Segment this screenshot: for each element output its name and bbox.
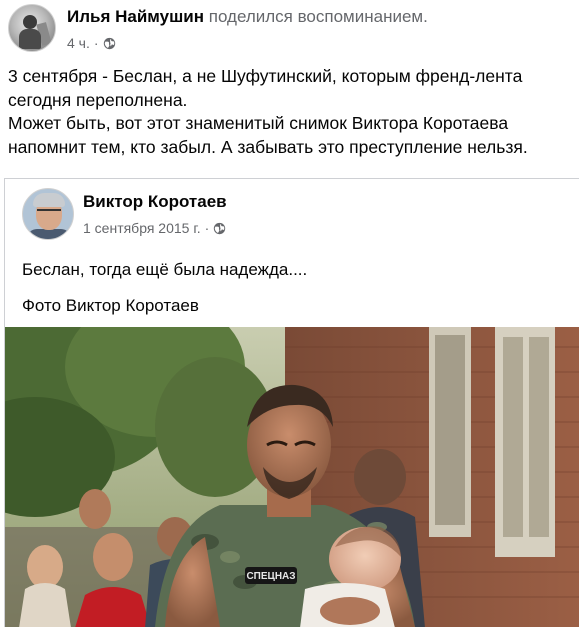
meta-separator: · [93,35,99,51]
post-meta: 4 ч. · [67,35,116,51]
globe-icon[interactable] [103,37,116,50]
author-line: Илья Наймушин поделился воспоминанием. [67,7,428,27]
globe-icon[interactable] [213,222,226,235]
shared-memory-card: Виктор Коротаев 1 сентября 2015 г. · Бес… [4,178,579,627]
post-text-line: напомнит тем, кто забыл. А забывать это … [8,136,528,157]
photo-illustration: СПЕЦНАЗ [5,327,579,627]
shared-author-name[interactable]: Виктор Коротаев [83,192,227,212]
shared-text: Беслан, тогда ещё была надежда.... Фото … [22,259,307,331]
post-text: 3 сентября - Беслан, а не Шуфутинский, к… [8,65,573,159]
post-header: Илья Наймушин поделился воспоминанием. 4… [8,4,568,60]
spetsnaz-patch-text: СПЕЦНАЗ [246,571,295,582]
shared-text-line: Беслан, тогда ещё была надежда.... [22,260,308,279]
author-name[interactable]: Илья Наймушин [67,7,204,26]
post-text-line: сегодня переполнена. [8,89,188,110]
shared-photo[interactable]: СПЕЦНАЗ [5,327,579,627]
author-avatar[interactable] [8,4,56,52]
post-text-line: Может быть, вот этот знаменитый снимок В… [8,113,509,133]
shared-date[interactable]: 1 сентября 2015 г. [83,220,201,236]
author-action: поделился воспоминанием. [208,7,428,26]
post-time[interactable]: 4 ч. [67,35,90,51]
meta-separator: · [204,220,210,236]
shared-author-avatar[interactable] [22,188,74,240]
shared-meta: 1 сентября 2015 г. · [83,220,226,236]
shared-text-line: Фото Виктор Коротаев [22,296,199,315]
post-text-line: 3 сентября - Беслан, а не Шуфутинский, к… [8,66,523,86]
